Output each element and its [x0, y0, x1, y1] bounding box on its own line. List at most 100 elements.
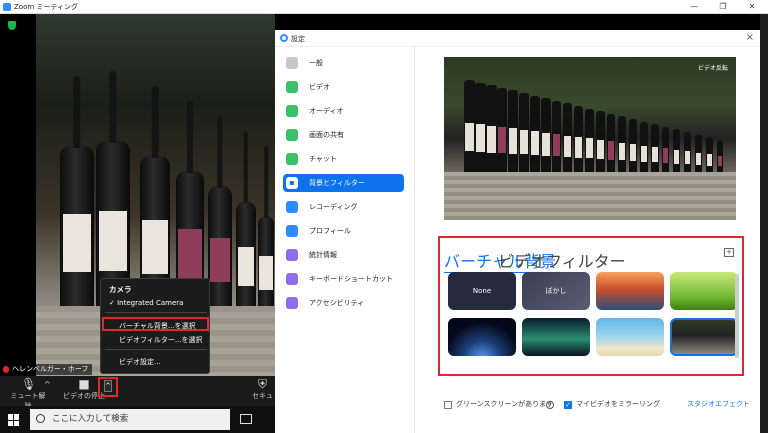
background-thumbnail-custom[interactable]	[670, 318, 738, 356]
windows-taskbar: ここに入力して検索	[0, 406, 275, 433]
menu-choose-video-filter[interactable]: ビデオフィルター...を選択	[119, 334, 215, 346]
background-thumbnail-bridge[interactable]	[596, 272, 664, 310]
audio-options-caret-icon[interactable]: ^	[44, 380, 51, 389]
settings-title: 設定	[291, 35, 305, 43]
highlight-virtual-background-item	[102, 317, 209, 331]
sidebar-item-chat[interactable]: チャット	[283, 150, 404, 168]
virtual-background-panel: バーチャル背景 ビデオフィルター + None ぼかし	[438, 236, 744, 376]
participant-name-tag: ヘレンベルガー・ホーフ	[0, 364, 93, 375]
background-thumbnail-aurora[interactable]	[522, 318, 590, 356]
preview-bottle-image	[530, 95, 540, 175]
background-thumbnail-grass[interactable]	[670, 272, 738, 310]
mirror-label: マイビデオをミラーリング	[576, 400, 660, 408]
record-icon	[286, 201, 298, 213]
sidebar-item-label: アクセシビリティ	[309, 299, 365, 307]
settings-sidebar: 一般ビデオオーディオ画面の共有チャット ▪ 背景とフィルターレコーディング プロフィー…	[275, 47, 415, 433]
settings-close-icon[interactable]: ×	[746, 32, 754, 43]
sidebar-item-label: ビデオ	[309, 83, 330, 91]
background-thumbnail-earth[interactable]	[448, 318, 516, 356]
headphone-icon	[286, 105, 298, 117]
taskbar-search-box[interactable]: ここに入力して検索	[30, 409, 230, 430]
participant-name: ヘレンベルガー・ホーフ	[12, 365, 89, 373]
sidebar-item-video[interactable]: ビデオ	[283, 78, 404, 96]
sidebar-item-gear[interactable]: 一般	[283, 54, 404, 72]
background-right-edge	[760, 14, 768, 433]
bottle-image	[60, 76, 94, 316]
sidebar-item-background[interactable]: ▪ 背景とフィルター	[283, 174, 404, 192]
background-thumbnail-none[interactable]: None	[448, 272, 516, 310]
mirror-checkbox[interactable]: ✓	[564, 401, 572, 409]
preview-bottle-image	[552, 100, 562, 175]
settings-window: 設定 × 一般ビデオオーディオ画面の共有チャット ▪ 背景とフィルターレコーディング…	[275, 30, 760, 433]
video-preview: ビデオ反転	[444, 57, 736, 220]
video-options-caret-icon[interactable]: ^	[104, 380, 112, 392]
preview-bottle-image	[574, 106, 583, 175]
preview-bottle-image	[596, 111, 605, 175]
sidebar-item-label: 統計情報	[309, 251, 337, 259]
keyboard-icon	[286, 273, 298, 285]
task-view-icon[interactable]	[240, 414, 252, 424]
background-thumbnail-blur[interactable]: ぼかし	[522, 272, 590, 310]
preview-bottle-image	[563, 103, 573, 175]
preview-wood	[444, 172, 736, 220]
greenscreen-label: グリーンスクリーンがあります	[456, 400, 554, 408]
preview-bottle-image	[629, 119, 637, 175]
sidebar-item-accessibility[interactable]: アクセシビリティ	[283, 294, 404, 312]
sidebar-item-label: オーディオ	[309, 107, 344, 115]
video-icon	[286, 81, 298, 93]
sidebar-item-share-screen[interactable]: 画面の共有	[283, 126, 404, 144]
left-strip	[0, 14, 36, 376]
preview-bottle-image	[662, 126, 670, 175]
accessibility-icon	[286, 297, 298, 309]
close-button[interactable]: ✕	[741, 0, 763, 14]
bottle-image	[236, 131, 256, 316]
menu-video-settings[interactable]: ビデオ設定...	[119, 356, 215, 368]
sidebar-item-label: チャット	[309, 155, 337, 163]
sidebar-item-stats[interactable]: 統計情報	[283, 246, 404, 264]
preview-bottle-image	[541, 98, 551, 175]
help-icon[interactable]: ?	[546, 401, 554, 409]
preview-bottle-image	[519, 93, 529, 175]
thumbnail-label: None	[472, 287, 492, 295]
preview-bottle-image	[695, 134, 702, 175]
sidebar-item-keyboard[interactable]: キーボードショートカット	[283, 270, 404, 288]
sidebar-item-label: レコーディング	[309, 203, 358, 211]
preview-bottle-image	[618, 116, 627, 175]
sidebar-item-headphone[interactable]: オーディオ	[283, 102, 404, 120]
studio-effects-link[interactable]: スタジオエフェクト	[687, 399, 750, 409]
bottle-image	[208, 116, 232, 316]
windows-start-icon[interactable]	[8, 414, 20, 426]
camera-menu-header: カメラ	[109, 285, 132, 294]
camera-option-integrated[interactable]: ✓ Integrated Camera	[109, 297, 205, 309]
background-thumbnail-beach[interactable]	[596, 318, 664, 356]
sidebar-item-label: プロフィール	[309, 227, 351, 235]
stats-icon	[286, 249, 298, 261]
background-options-row: グリーンスクリーンがあります ? ✓ マイビデオをミラーリング スタジオエフェク…	[440, 398, 750, 412]
preview-rotate-label[interactable]: ビデオ反転	[698, 63, 728, 72]
preview-bottle-image	[651, 124, 659, 175]
preview-bottle-image	[585, 108, 594, 175]
sidebar-item-record[interactable]: レコーディング	[283, 198, 404, 216]
preview-bottle-image	[497, 87, 508, 175]
greenscreen-checkbox[interactable]	[444, 401, 452, 409]
add-background-icon[interactable]: +	[724, 248, 734, 257]
sidebar-item-label: 画面の共有	[309, 131, 344, 139]
preview-bottle-image	[706, 137, 713, 175]
preview-bottle-image	[717, 139, 724, 175]
sidebar-item-label: 背景とフィルター	[309, 179, 365, 187]
window-title: Zoom ミーティング	[14, 3, 78, 11]
search-icon	[36, 414, 45, 423]
security-button[interactable]: ⛨ セキュ	[250, 378, 275, 401]
tab-video-filter[interactable]: ビデオフィルター	[498, 248, 626, 272]
settings-gear-icon	[280, 34, 288, 42]
security-shield-icon[interactable]	[8, 21, 16, 30]
preview-bottle-image	[640, 121, 648, 175]
sidebar-item-profile[interactable]: プロフィール	[283, 222, 404, 240]
menu-divider	[105, 312, 207, 313]
background-scrollbar[interactable]	[735, 274, 739, 358]
security-shield-toolbar-icon: ⛨	[257, 377, 267, 391]
preview-bottle-image	[607, 113, 616, 175]
minimize-button[interactable]: —	[683, 0, 705, 14]
restore-button[interactable]: ❐	[712, 0, 734, 14]
video-camera-icon: ■	[78, 377, 90, 391]
